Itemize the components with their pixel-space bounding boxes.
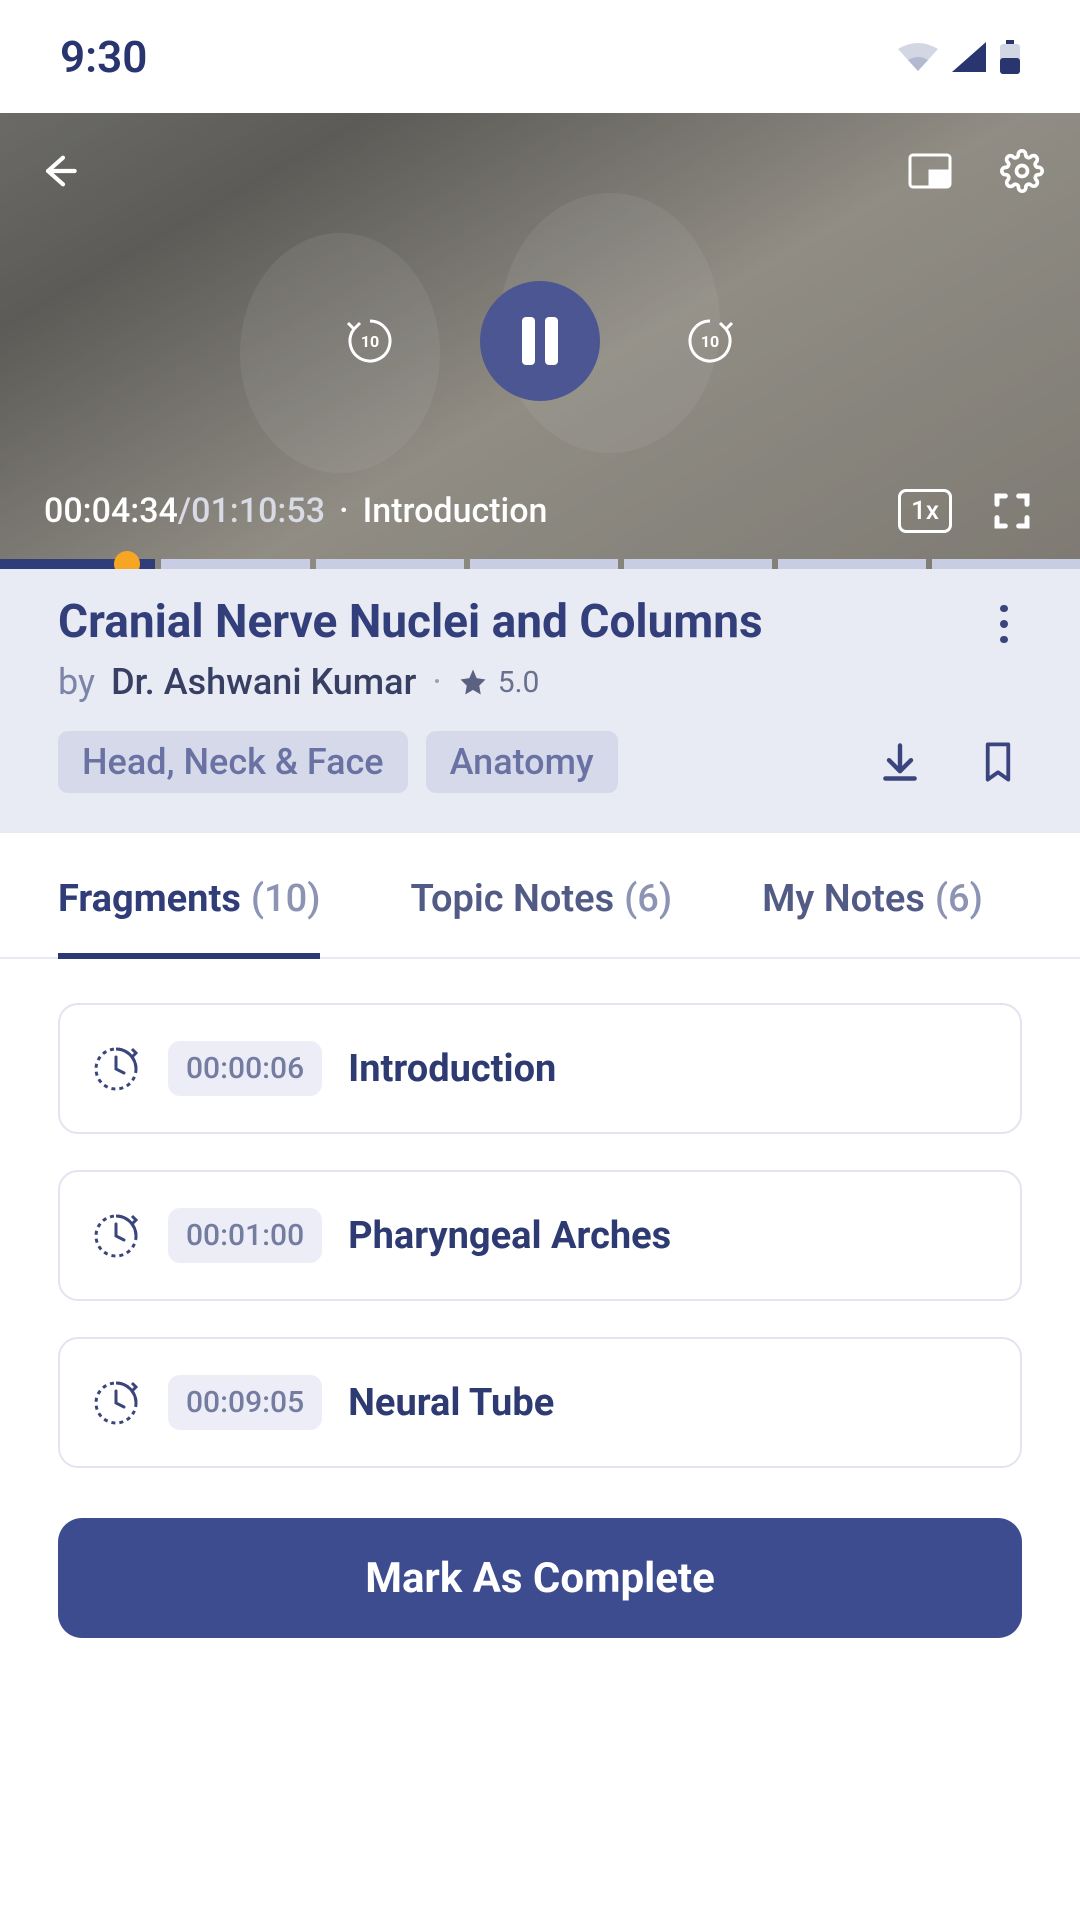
more-options-button[interactable] xyxy=(986,595,1022,643)
current-time: 00:04:34 xyxy=(44,491,178,531)
fragment-item[interactable]: 00:00:06 Introduction xyxy=(58,1003,1022,1134)
tab-label: Fragments xyxy=(58,877,241,921)
lecture-title: Cranial Nerve Nuclei and Columns xyxy=(58,595,763,649)
fragment-timestamp: 00:09:05 xyxy=(168,1375,322,1430)
battery-icon xyxy=(1000,40,1020,74)
clock-icon xyxy=(90,1377,142,1429)
progress-bar[interactable] xyxy=(0,559,1080,569)
rewind-10-button[interactable]: 10 xyxy=(340,311,400,371)
tag[interactable]: Head, Neck & Face xyxy=(58,731,408,793)
fragment-timestamp: 00:01:00 xyxy=(168,1208,322,1263)
tab-my-notes[interactable]: My Notes (6) xyxy=(762,877,983,957)
tabs: Fragments (10) Topic Notes (6) My Notes … xyxy=(0,833,1080,959)
status-bar: 9:30 xyxy=(0,0,1080,113)
fragment-list: 00:00:06 Introduction 00:01:00 Pharyngea… xyxy=(0,959,1080,1468)
fragment-title: Introduction xyxy=(348,1047,556,1091)
playback-position: 00:04:34/01:10:53 · Introduction xyxy=(44,491,547,531)
download-button[interactable] xyxy=(876,738,924,786)
instructor-name: Dr. Ashwani Kumar xyxy=(111,661,416,703)
fragment-title: Neural Tube xyxy=(348,1381,554,1425)
tag[interactable]: Anatomy xyxy=(426,731,618,793)
tags: Head, Neck & Face Anatomy xyxy=(58,731,618,793)
tab-topic-notes[interactable]: Topic Notes (6) xyxy=(410,877,672,957)
status-icons xyxy=(898,40,1020,74)
forward-10-button[interactable]: 10 xyxy=(680,311,740,371)
by-label: by xyxy=(58,661,95,703)
back-button[interactable] xyxy=(34,147,82,195)
fragment-item[interactable]: 00:09:05 Neural Tube xyxy=(58,1337,1022,1468)
status-time: 9:30 xyxy=(60,31,147,83)
fullscreen-button[interactable] xyxy=(988,487,1036,535)
current-chapter: Introduction xyxy=(363,491,548,531)
tab-count: (6) xyxy=(624,877,672,921)
duration: 01:10:53 xyxy=(191,491,325,531)
fragment-title: Pharyngeal Arches xyxy=(348,1214,671,1258)
wifi-icon xyxy=(898,43,938,71)
tab-label: My Notes xyxy=(762,877,925,921)
cellular-icon xyxy=(952,42,986,72)
svg-text:10: 10 xyxy=(361,332,379,351)
playback-speed-button[interactable]: 1x xyxy=(898,489,952,533)
rating-value: 5.0 xyxy=(498,665,540,700)
video-player[interactable]: 10 10 00:04:34/01:10:53 · Introduction 1… xyxy=(0,113,1080,569)
rating: 5.0 xyxy=(458,665,540,700)
clock-icon xyxy=(90,1043,142,1095)
svg-text:10: 10 xyxy=(701,332,719,351)
mark-complete-button[interactable]: Mark As Complete xyxy=(58,1518,1022,1638)
clock-icon xyxy=(90,1210,142,1262)
byline: by Dr. Ashwani Kumar · 5.0 xyxy=(58,661,1022,703)
pip-button[interactable] xyxy=(906,147,954,195)
tab-fragments[interactable]: Fragments (10) xyxy=(58,877,320,959)
tab-label: Topic Notes xyxy=(410,877,614,921)
fragment-item[interactable]: 00:01:00 Pharyngeal Arches xyxy=(58,1170,1022,1301)
fragment-timestamp: 00:00:06 xyxy=(168,1041,322,1096)
tab-count: (10) xyxy=(251,877,321,921)
tab-count: (6) xyxy=(935,877,983,921)
bookmark-button[interactable] xyxy=(974,738,1022,786)
lecture-info: Cranial Nerve Nuclei and Columns by Dr. … xyxy=(0,569,1080,833)
settings-button[interactable] xyxy=(998,147,1046,195)
pause-button[interactable] xyxy=(480,281,600,401)
